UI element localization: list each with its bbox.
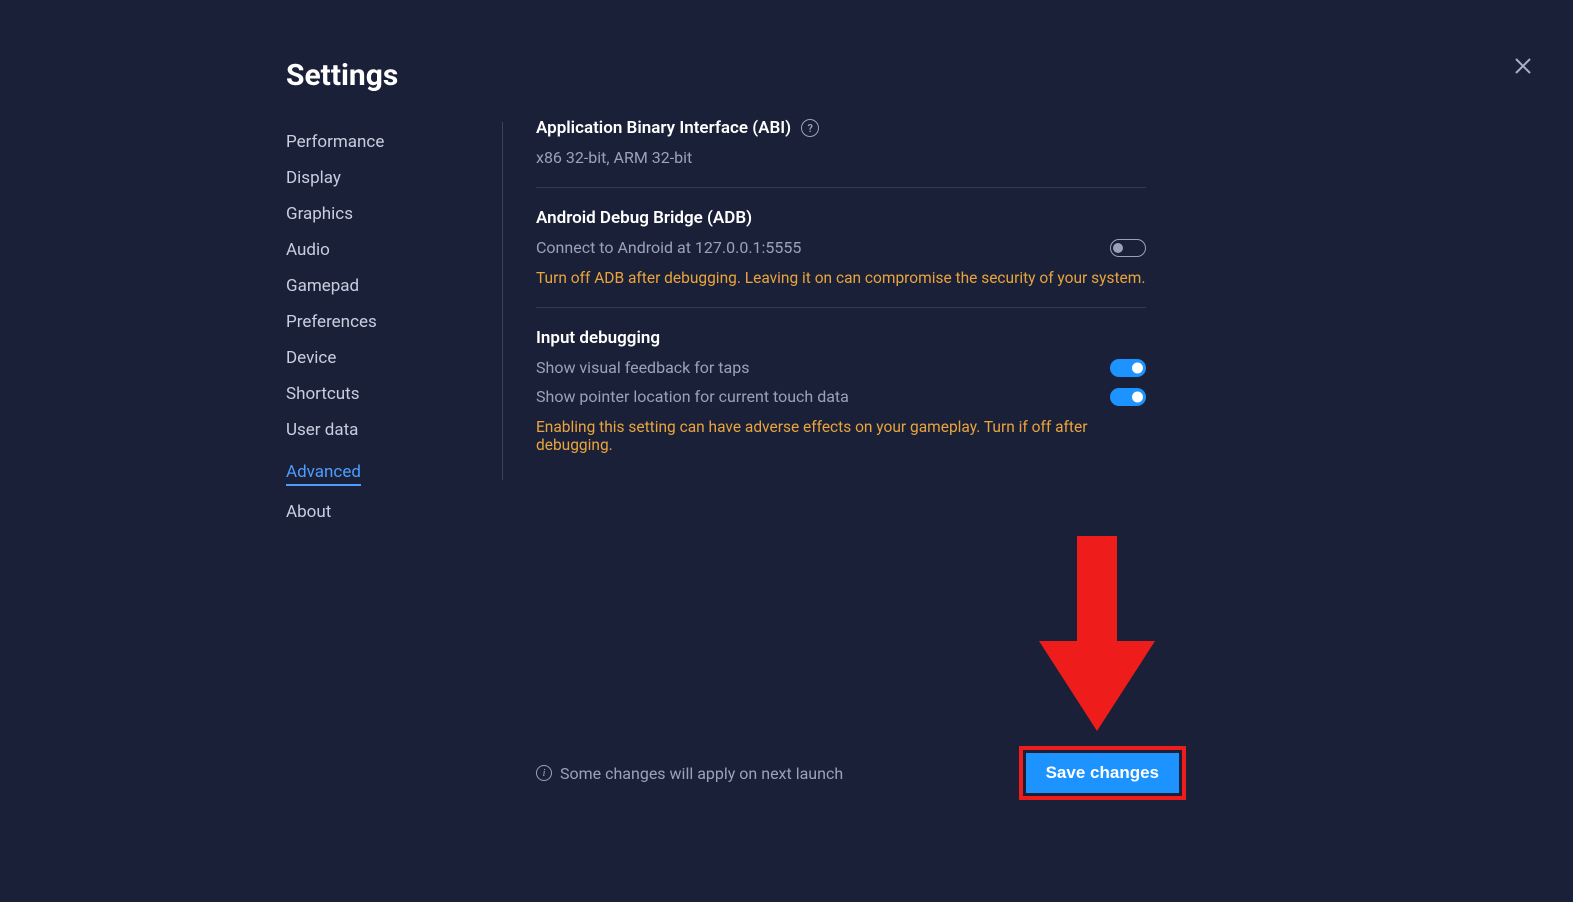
input-debugging-warning: Enabling this setting can have adverse e… bbox=[536, 418, 1146, 454]
taps-feedback-row: Show visual feedback for taps bbox=[536, 358, 1146, 377]
taps-feedback-label: Show visual feedback for taps bbox=[536, 358, 749, 377]
sidebar-item-about[interactable]: About bbox=[286, 494, 476, 530]
save-button-highlight: Save changes bbox=[1019, 746, 1186, 800]
sidebar: Performance Display Graphics Audio Gamep… bbox=[286, 124, 476, 530]
sidebar-item-gamepad[interactable]: Gamepad bbox=[286, 268, 476, 304]
adb-warning: Turn off ADB after debugging. Leaving it… bbox=[536, 269, 1146, 287]
adb-title-text: Android Debug Bridge (ADB) bbox=[536, 208, 752, 228]
pointer-location-toggle[interactable] bbox=[1110, 388, 1146, 406]
sidebar-item-performance[interactable]: Performance bbox=[286, 124, 476, 160]
sidebar-item-preferences[interactable]: Preferences bbox=[286, 304, 476, 340]
abi-value: x86 32-bit, ARM 32-bit bbox=[536, 148, 1146, 167]
abi-section-title: Application Binary Interface (ABI) ? bbox=[536, 118, 1146, 138]
sidebar-item-device[interactable]: Device bbox=[286, 340, 476, 376]
help-icon[interactable]: ? bbox=[801, 119, 819, 137]
close-button[interactable] bbox=[1511, 54, 1535, 78]
arrow-annotation-icon bbox=[1039, 536, 1155, 731]
section-divider bbox=[536, 187, 1146, 188]
adb-section-title: Android Debug Bridge (ADB) bbox=[536, 208, 1146, 228]
section-divider bbox=[536, 307, 1146, 308]
taps-feedback-toggle[interactable] bbox=[1110, 359, 1146, 377]
close-icon bbox=[1511, 54, 1535, 78]
page-title: Settings bbox=[286, 58, 398, 93]
sidebar-item-display[interactable]: Display bbox=[286, 160, 476, 196]
adb-connect-row: Connect to Android at 127.0.0.1:5555 bbox=[536, 238, 1146, 257]
sidebar-item-graphics[interactable]: Graphics bbox=[286, 196, 476, 232]
pointer-location-label: Show pointer location for current touch … bbox=[536, 387, 849, 406]
footer: i Some changes will apply on next launch… bbox=[536, 746, 1186, 800]
toggle-knob bbox=[1132, 391, 1143, 402]
toggle-knob bbox=[1113, 243, 1123, 253]
input-debugging-title: Input debugging bbox=[536, 328, 1146, 348]
sidebar-divider bbox=[502, 122, 503, 480]
save-changes-button[interactable]: Save changes bbox=[1026, 753, 1179, 793]
adb-toggle[interactable] bbox=[1110, 239, 1146, 257]
toggle-knob bbox=[1132, 362, 1143, 373]
adb-connect-label: Connect to Android at 127.0.0.1:5555 bbox=[536, 238, 801, 257]
abi-title-text: Application Binary Interface (ABI) bbox=[536, 118, 791, 138]
footer-note-text: Some changes will apply on next launch bbox=[560, 764, 843, 783]
pointer-location-row: Show pointer location for current touch … bbox=[536, 387, 1146, 406]
sidebar-item-user-data[interactable]: User data bbox=[286, 412, 476, 448]
sidebar-item-shortcuts[interactable]: Shortcuts bbox=[286, 376, 476, 412]
footer-note: i Some changes will apply on next launch bbox=[536, 764, 843, 783]
sidebar-item-audio[interactable]: Audio bbox=[286, 232, 476, 268]
info-icon: i bbox=[536, 765, 552, 781]
sidebar-item-advanced[interactable]: Advanced bbox=[286, 454, 361, 486]
input-debugging-title-text: Input debugging bbox=[536, 328, 660, 348]
settings-content: Application Binary Interface (ABI) ? x86… bbox=[536, 118, 1146, 454]
